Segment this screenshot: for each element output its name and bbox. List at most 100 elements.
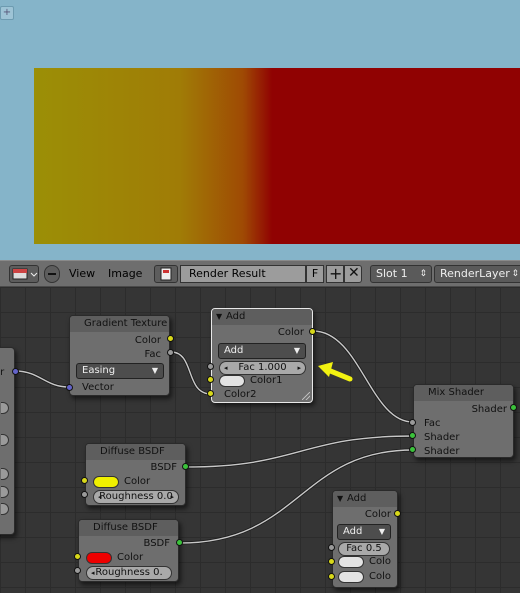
roughness-slider[interactable]: ◂ Roughness 0.0 ▸ [93,490,179,504]
blend-mode-dropdown[interactable]: Add ▼ [337,524,391,540]
color-swatch-yellow[interactable] [93,476,119,488]
gradient-fac-output-socket[interactable] [167,349,174,356]
node-header[interactable]: Mix Shader [414,385,513,401]
node-title: Add [347,493,367,504]
add-fac-input-socket[interactable] [207,363,214,370]
partial-node-field[interactable] [1,503,9,515]
node-title: Add [226,311,246,322]
collapse-menus-button[interactable] [44,265,60,283]
add-color-output-socket[interactable] [309,328,316,335]
partial-node-field[interactable] [1,486,9,498]
partial-node-field[interactable] [1,434,9,446]
roughness-value: Roughness 0.0 [99,491,173,502]
render-result-image [34,68,520,244]
gradient-vector-input-socket[interactable] [66,384,73,391]
fac-output-label: Fac [144,349,161,360]
chevron-down-icon: ▼ [293,346,300,355]
diffuse-red-bsdf-output-socket[interactable] [176,539,183,546]
image-viewer[interactable]: + [0,0,520,260]
color-swatch-red[interactable] [86,552,112,564]
partial-node-left[interactable]: or [0,347,19,535]
slot-select[interactable]: Slot 1 ⇕ [370,265,432,283]
roughness-value: Roughness 0. [95,567,163,578]
add-small-fac-input-socket[interactable] [328,544,335,551]
image-name-field[interactable]: Render Result [180,265,306,283]
chevron-left-icon: ◂ [98,493,102,501]
browse-image-button[interactable] [154,265,178,283]
partial-node-output-label: or [0,367,5,378]
node-header[interactable]: Diffuse BSDF [79,520,178,536]
gradient-type-dropdown[interactable]: Easing ▼ [76,363,164,379]
node-header[interactable]: Diffuse BSDF [86,444,185,460]
mix-shader1-input-socket[interactable] [409,432,416,439]
roughness-slider[interactable]: ◂ Roughness 0. [86,566,172,580]
shader2-input-label: Shader [424,446,460,457]
add-node-small[interactable]: ▼ Add Color Add ▼ Fac 0.5 Colo Colo [332,490,398,588]
partial-node-field[interactable] [1,402,9,414]
add-small-color-output-socket[interactable] [394,510,401,517]
fac-slider[interactable]: ◂ Fac 1.000 ▸ [219,361,306,375]
chevron-right-icon: ▸ [297,364,301,372]
add-color1-input-socket[interactable] [207,376,214,383]
gradient-color-output-socket[interactable] [167,335,174,342]
partial-node-field[interactable] [1,468,9,480]
color1-input-label: Colo [369,556,391,567]
node-editor[interactable]: or Gradient Texture Color Fac Easing ▼ Ve… [0,287,520,593]
mix-fac-input-socket[interactable] [409,419,416,426]
node-header[interactable]: Gradient Texture [70,316,169,332]
color1-swatch[interactable] [338,556,364,568]
color2-input-label: Color2 [224,389,257,400]
minus-icon [48,273,56,275]
diffuse-bsdf-yellow-node[interactable]: Diffuse BSDF BSDF Color ◂ Roughness 0.0 … [85,443,186,506]
node-resize-handle[interactable] [302,392,310,400]
mix-shader-node[interactable]: Mix Shader Shader Fac Shader Shader [413,384,514,458]
chevron-right-icon: ▸ [170,493,174,501]
render-layer-select[interactable]: RenderLayer ⇕ [434,265,520,283]
bsdf-output-label: BSDF [143,538,170,549]
fac-slider-value: Fac 1.000 [238,362,287,373]
node-title: Diffuse BSDF [100,446,165,457]
color-output-label: Color [277,327,304,338]
node-header[interactable]: ▼ Add [212,309,312,325]
fac-slider[interactable]: Fac 0.5 [338,542,390,556]
gradient-texture-node[interactable]: Gradient Texture Color Fac Easing ▼ Vecto… [69,315,170,396]
color-output-label: Color [364,509,391,520]
color1-swatch[interactable] [219,375,245,387]
add-color2-input-socket[interactable] [207,390,214,397]
mix-shader-output-socket[interactable] [510,404,517,411]
editor-type-button[interactable] [9,265,39,283]
diffuse-red-roughness-input-socket[interactable] [74,567,81,574]
blend-mode-value: Add [224,345,244,356]
add-small-color1-input-socket[interactable] [328,558,335,565]
image-name-text: Render Result [189,267,266,280]
add-node-selected[interactable]: ▼ Add Color Add ▼ ◂ Fac 1.000 ▸ Color1 Col… [211,308,313,403]
collapse-triangle-icon: ▼ [216,312,223,321]
yellow-arrow-annotation [318,362,353,382]
unlink-image-button[interactable]: ✕ [344,265,362,283]
add-small-color2-input-socket[interactable] [328,573,335,580]
vector-output-socket[interactable] [12,368,19,375]
node-header[interactable]: ▼ Add [333,491,397,507]
new-image-button[interactable]: + [326,264,344,283]
chevron-down-icon: ▼ [378,527,385,536]
diffuse-yellow-bsdf-output-socket[interactable] [182,463,189,470]
diffuse-bsdf-red-node[interactable]: Diffuse BSDF BSDF Color ◂ Roughness 0. [78,519,179,582]
image-editor-header: View Image Render Result F + ✕ Slot 1 ⇕ … [0,260,520,287]
updown-arrows-icon: ⇕ [511,269,519,279]
diffuse-yellow-color-input-socket[interactable] [81,477,88,484]
render-layer-value: RenderLayer [440,267,510,280]
view-menu[interactable]: View [69,265,95,283]
chevron-down-icon: ▼ [151,366,158,375]
diffuse-yellow-roughness-input-socket[interactable] [81,491,88,498]
node-title: Diffuse BSDF [93,522,158,533]
updown-arrows-icon: ⇕ [419,269,427,279]
image-menu[interactable]: Image [108,265,142,283]
color-output-label: Color [134,335,161,346]
area-split-handle[interactable]: + [0,6,14,20]
mix-shader2-input-socket[interactable] [409,446,416,453]
blend-mode-dropdown[interactable]: Add ▼ [218,343,306,359]
chevron-left-icon: ◂ [91,569,95,577]
color2-swatch[interactable] [338,571,364,583]
fake-user-button[interactable]: F [306,265,324,283]
diffuse-red-color-input-socket[interactable] [74,553,81,560]
